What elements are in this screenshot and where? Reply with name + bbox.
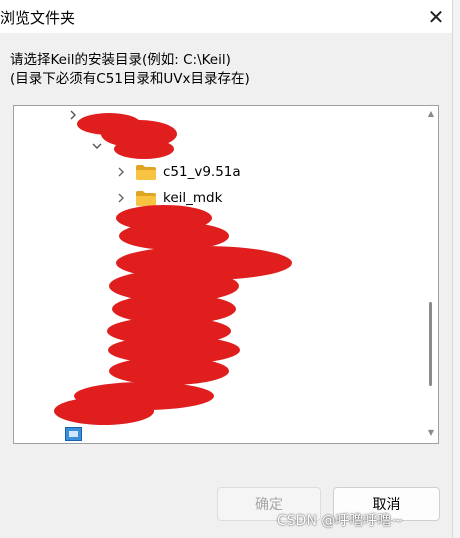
chevron-right-icon[interactable] <box>114 191 128 205</box>
redaction-scribble <box>54 113 292 425</box>
tree-item-c51[interactable]: c51_v9.51a <box>114 160 241 184</box>
browse-folder-dialog: 浏览文件夹 ✕ 请选择Keil的安装目录(例如: C:\Keil) (目录下必须… <box>0 0 452 538</box>
tree-item-collapsed[interactable] <box>66 106 88 127</box>
tree-item-label: c51_v9.51a <box>163 164 241 180</box>
chevron-right-icon[interactable] <box>114 165 128 179</box>
folder-icon <box>136 164 156 180</box>
scroll-thumb[interactable] <box>429 302 432 386</box>
scroll-down-icon[interactable]: ▼ <box>426 428 436 438</box>
tree-item-label: keil_mdk <box>163 190 223 206</box>
watermark: CSDN @呼噜呼噜~ <box>277 513 404 529</box>
background-window-edge <box>452 0 460 538</box>
scroll-up-icon[interactable]: ▲ <box>426 109 436 119</box>
instruction-line-2: (目录下必须有C51目录和UVx目录存在) <box>10 71 250 87</box>
tree-item-keil-mdk[interactable]: keil_mdk <box>114 186 222 210</box>
instructions-text: 请选择Keil的安装目录(例如: C:\Keil) (目录下必须有C51目录和U… <box>10 51 250 89</box>
instruction-line-1: 请选择Keil的安装目录(例如: C:\Keil) <box>10 52 231 68</box>
chevron-right-icon[interactable] <box>66 108 80 122</box>
tree-item-expanded[interactable] <box>90 134 112 158</box>
title-bar: 浏览文件夹 ✕ <box>0 0 452 33</box>
vertical-scrollbar[interactable]: ▲ ▼ <box>424 106 438 443</box>
drive-icon <box>65 427 82 441</box>
chevron-down-icon[interactable] <box>90 139 104 153</box>
folder-tree[interactable]: c51_v9.51a keil_mdk ▲ ▼ <box>13 105 439 444</box>
close-icon: ✕ <box>427 5 445 29</box>
folder-icon <box>136 190 156 206</box>
close-button[interactable]: ✕ <box>420 2 452 32</box>
window-title: 浏览文件夹 <box>0 9 76 27</box>
